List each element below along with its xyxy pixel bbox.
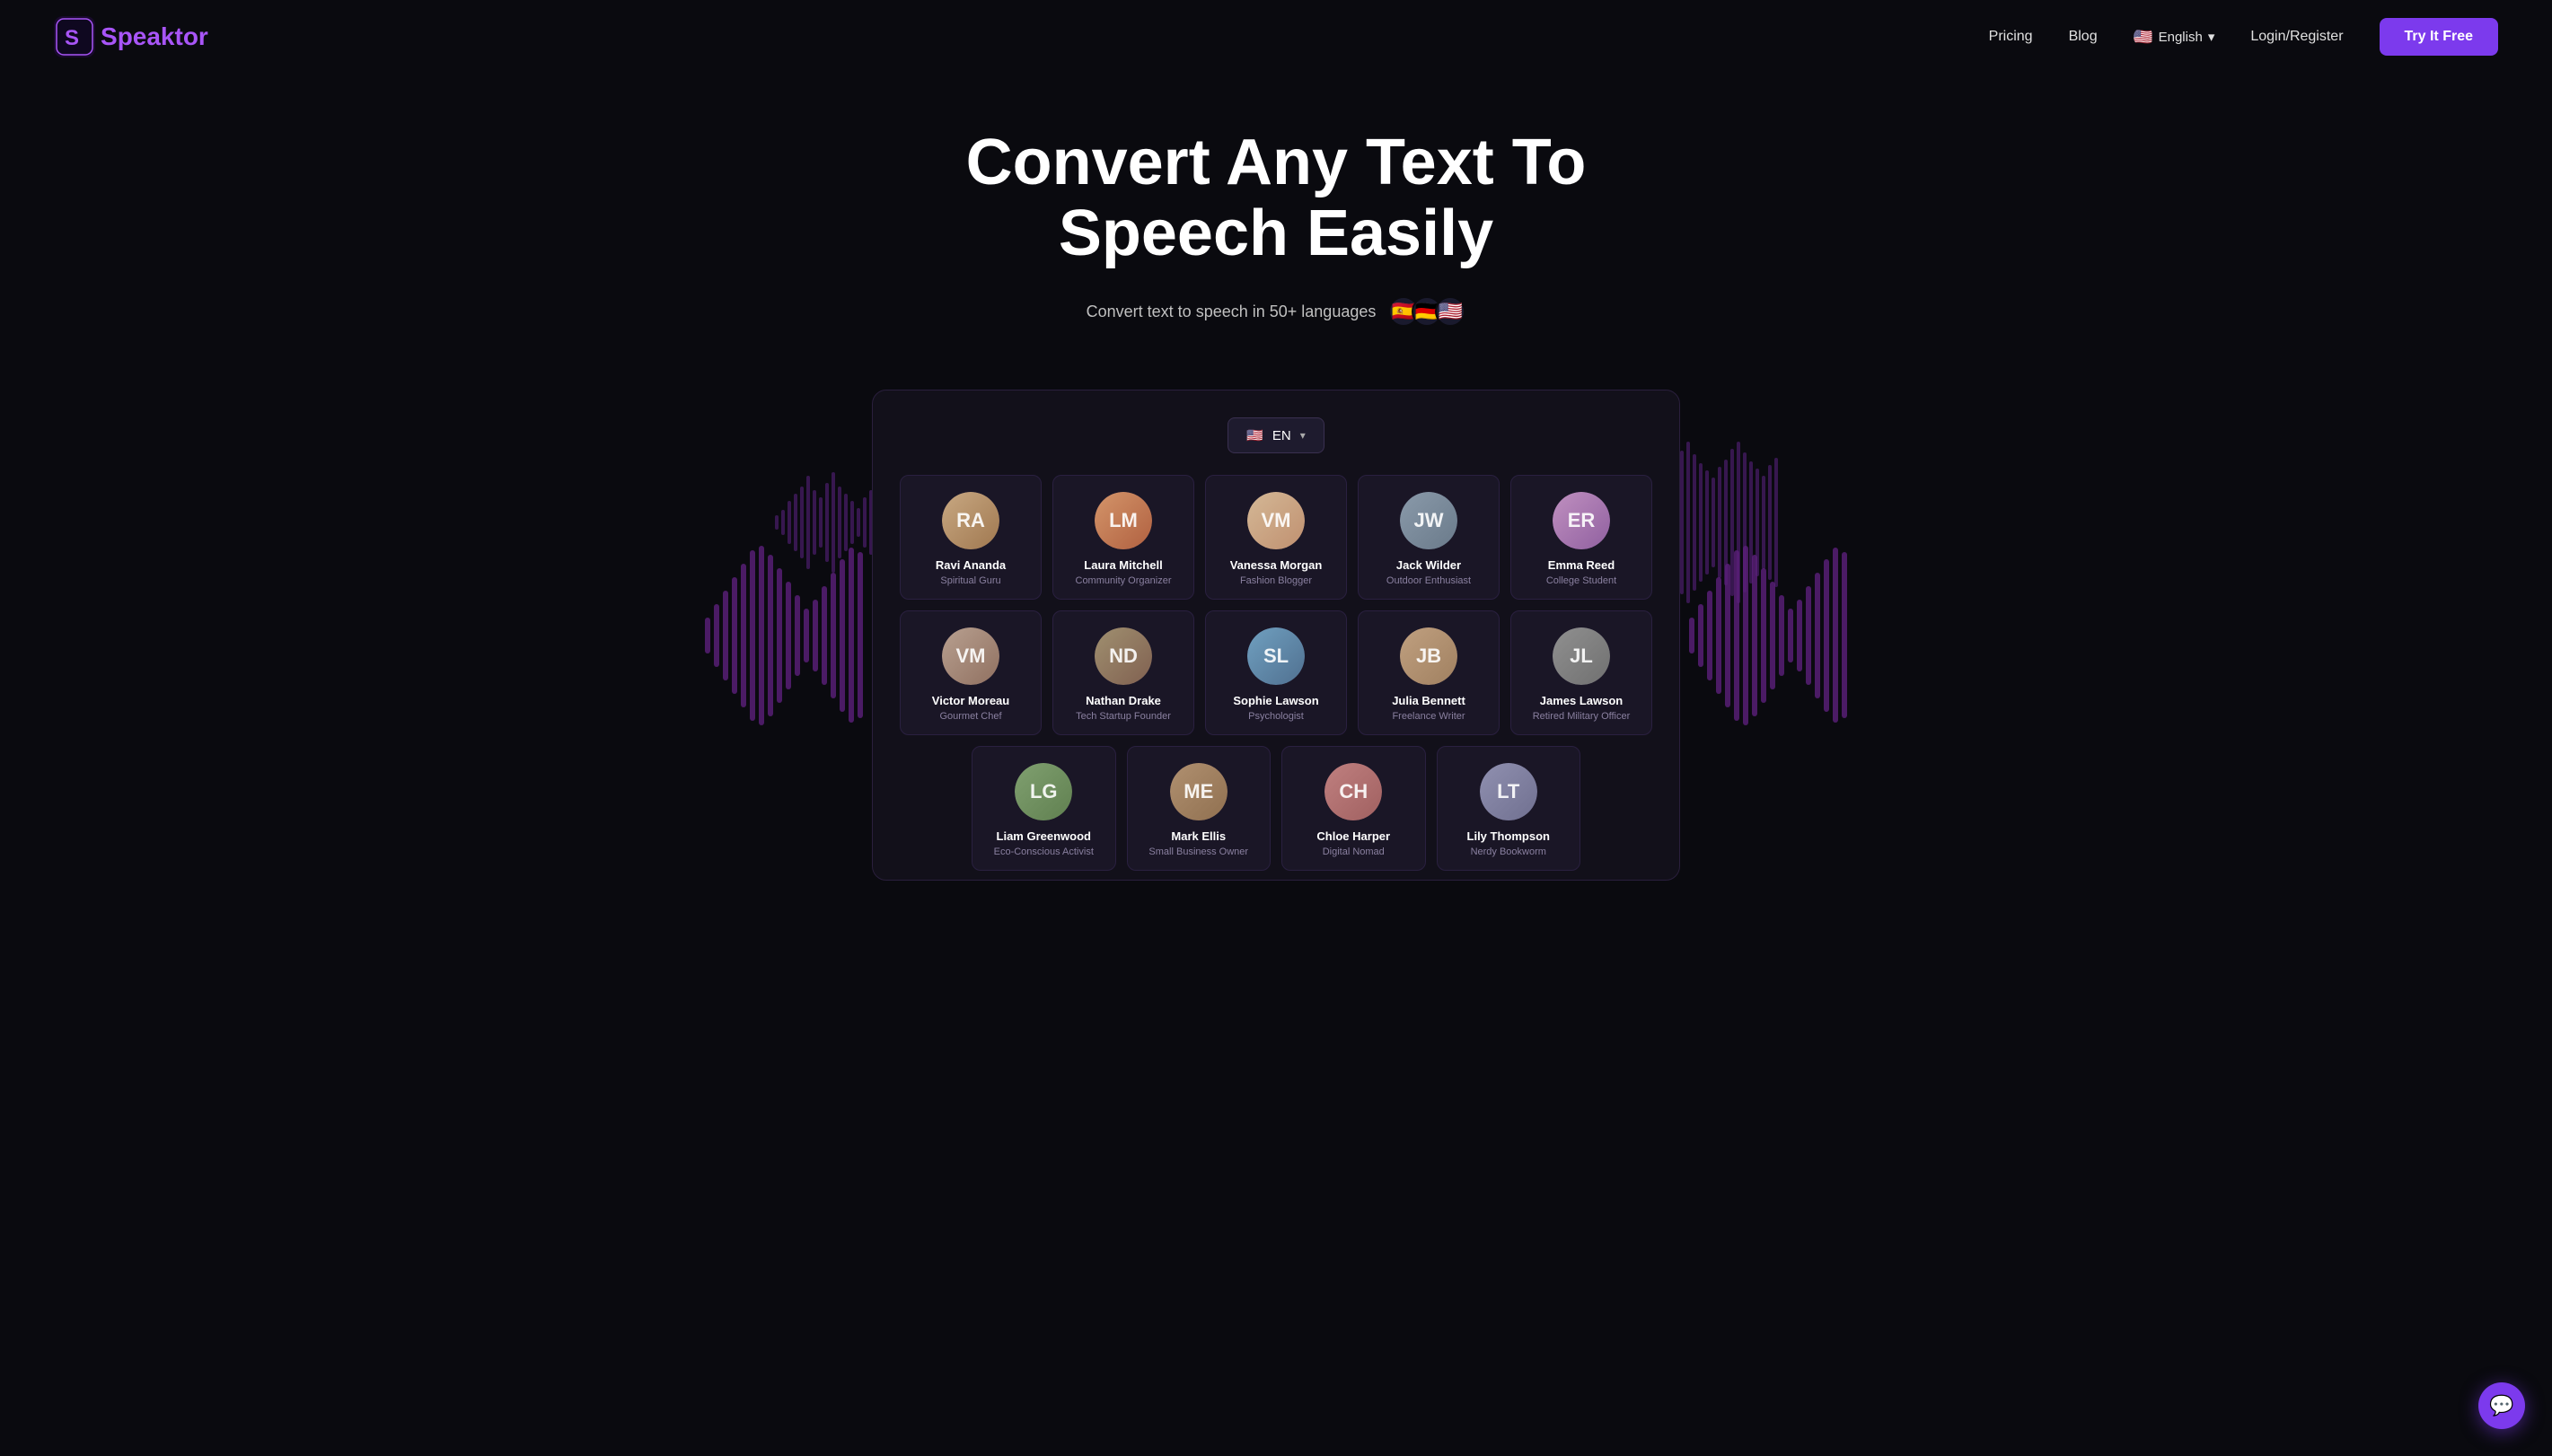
nav-pricing[interactable]: Pricing [1989, 29, 2033, 45]
dropdown-chevron-icon: ▾ [1300, 429, 1306, 442]
app-lang-code: EN [1272, 428, 1291, 443]
voice-card-liam-greenwood[interactable]: LGLiam GreenwoodEco-Conscious Activist [972, 746, 1116, 871]
voice-role: Tech Startup Founder [1076, 711, 1171, 722]
left-waveform [696, 390, 872, 881]
nav-links: Pricing Blog 🇺🇸 English ▾ Login/Register… [1989, 18, 2498, 56]
language-selector[interactable]: 🇺🇸 English ▾ [2134, 27, 2215, 47]
voice-role: Community Organizer [1076, 575, 1172, 586]
voice-name: Mark Ellis [1171, 829, 1226, 843]
voice-card-julia-bennett[interactable]: JBJulia BennettFreelance Writer [1358, 610, 1500, 735]
voice-name: Laura Mitchell [1084, 558, 1162, 572]
voice-name: Lily Thompson [1467, 829, 1550, 843]
logo-label: Speaktor [101, 22, 208, 51]
voice-card-nathan-drake[interactable]: NDNathan DrakeTech Startup Founder [1052, 610, 1194, 735]
voice-card-laura-mitchell[interactable]: LMLaura MitchellCommunity Organizer [1052, 475, 1194, 600]
chevron-down-icon: ▾ [2208, 29, 2215, 45]
try-it-free-button[interactable]: Try It Free [2380, 18, 2498, 56]
nav-blog[interactable]: Blog [2069, 29, 2098, 45]
voice-card-sophie-lawson[interactable]: SLSophie LawsonPsychologist [1205, 610, 1347, 735]
right-waveform [1680, 390, 1856, 881]
voice-card-chloe-harper[interactable]: CHChloe HarperDigital Nomad [1281, 746, 1426, 871]
lang-drop-button[interactable]: 🇺🇸 EN ▾ [1228, 417, 1324, 453]
voice-card-james-lawson[interactable]: JLJames LawsonRetired Military Officer [1510, 610, 1652, 735]
chat-icon: 💬 [2489, 1394, 2513, 1417]
voice-role: Freelance Writer [1392, 711, 1465, 722]
voice-name: Julia Bennett [1392, 694, 1465, 707]
voice-role: Digital Nomad [1323, 846, 1385, 857]
logo[interactable]: S Speaktor [54, 16, 208, 57]
voice-name: Victor Moreau [932, 694, 1009, 707]
login-register-link[interactable]: Login/Register [2250, 29, 2343, 45]
voice-grid-row1: RARavi AnandaSpiritual GuruLMLaura Mitch… [900, 475, 1652, 600]
voice-role: College Student [1546, 575, 1616, 586]
hero-section: Convert Any Text To Speech Easily Conver… [0, 74, 2552, 354]
hero-title: Convert Any Text To Speech Easily [872, 127, 1680, 269]
voice-name: Emma Reed [1548, 558, 1615, 572]
voice-card-ravi-ananda[interactable]: RARavi AnandaSpiritual Guru [900, 475, 1042, 600]
voice-role: Psychologist [1248, 711, 1304, 722]
voice-name: Jack Wilder [1396, 558, 1461, 572]
voice-card-victor-moreau[interactable]: VMVictor MoreauGourmet Chef [900, 610, 1042, 735]
voice-card-emma-reed[interactable]: EREmma ReedCollege Student [1510, 475, 1652, 600]
app-lang-dropdown: 🇺🇸 EN ▾ [900, 417, 1652, 453]
voice-role: Fashion Blogger [1240, 575, 1312, 586]
voice-name: Chloe Harper [1316, 829, 1390, 843]
voice-name: James Lawson [1540, 694, 1624, 707]
voice-card-lily-thompson[interactable]: LTLily ThompsonNerdy Bookworm [1437, 746, 1581, 871]
voice-name: Nathan Drake [1086, 694, 1161, 707]
voice-grid-row3: LGLiam GreenwoodEco-Conscious ActivistME… [900, 746, 1652, 871]
app-preview: 🇺🇸 EN ▾ RARavi AnandaSpiritual GuruLMLau… [872, 390, 1680, 881]
voice-role: Gourmet Chef [939, 711, 1001, 722]
voice-role: Outdoor Enthusiast [1386, 575, 1471, 586]
app-preview-wrapper: 🇺🇸 EN ▾ RARavi AnandaSpiritual GuruLMLau… [0, 390, 2552, 881]
voice-card-jack-wilder[interactable]: JWJack WilderOutdoor Enthusiast [1358, 475, 1500, 600]
navbar: S Speaktor Pricing Blog 🇺🇸 English ▾ Log… [0, 0, 2552, 74]
app-lang-flag: 🇺🇸 [1246, 427, 1263, 443]
voice-name: Liam Greenwood [997, 829, 1091, 843]
voice-name: Sophie Lawson [1233, 694, 1318, 707]
voice-role: Eco-Conscious Activist [994, 846, 1094, 857]
voice-name: Vanessa Morgan [1230, 558, 1323, 572]
voice-card-mark-ellis[interactable]: MEMark EllisSmall Business Owner [1127, 746, 1272, 871]
voice-role: Small Business Owner [1148, 846, 1248, 857]
voice-role: Spiritual Guru [940, 575, 1000, 586]
svg-text:S: S [65, 26, 79, 50]
lang-flag: 🇺🇸 [2134, 27, 2153, 47]
chat-button[interactable]: 💬 [2478, 1382, 2525, 1429]
lang-label: English [2159, 30, 2203, 45]
voice-card-vanessa-morgan[interactable]: VMVanessa MorganFashion Blogger [1205, 475, 1347, 600]
voice-name: Ravi Ananda [936, 558, 1006, 572]
voice-grid-row2: VMVictor MoreauGourmet ChefNDNathan Drak… [900, 610, 1652, 735]
voice-role: Retired Military Officer [1533, 711, 1631, 722]
voice-role: Nerdy Bookworm [1471, 846, 1546, 857]
